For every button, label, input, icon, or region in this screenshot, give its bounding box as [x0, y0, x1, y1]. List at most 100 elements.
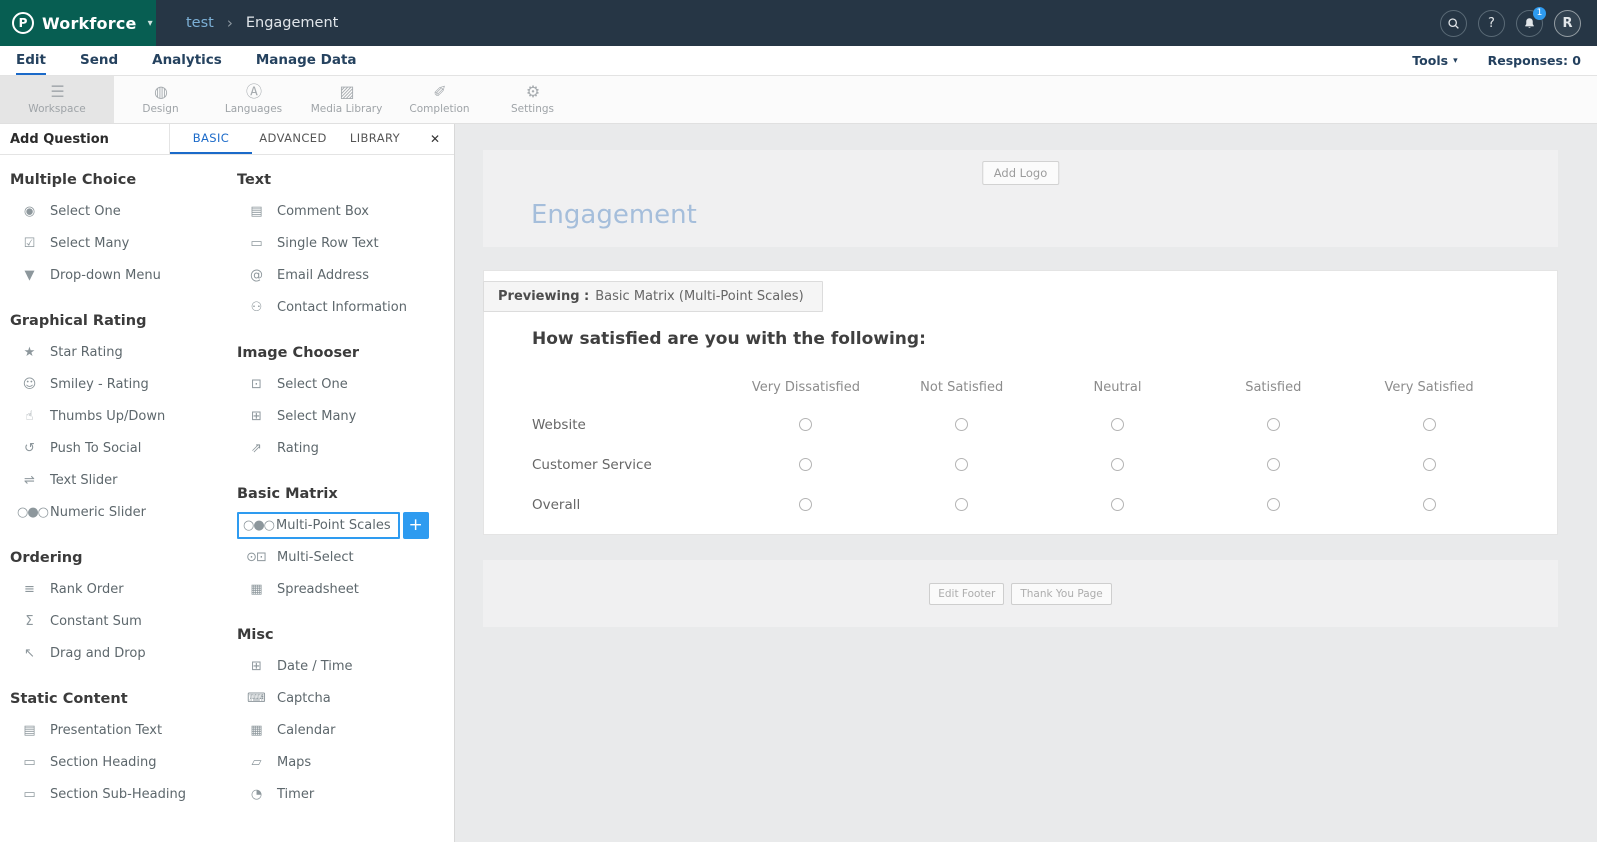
toolbar-item-completion[interactable]: ✐ Completion [393, 76, 486, 123]
question-type-single-row-text[interactable]: ▭ Single Row Text [237, 227, 451, 259]
toolbar-item-settings[interactable]: ⚙ Settings [486, 76, 579, 123]
previewing-label: Previewing : [498, 289, 590, 304]
toolbar-item-languages[interactable]: Ⓐ Languages [207, 76, 300, 123]
question-type-calendar[interactable]: ▦ Calendar [237, 714, 451, 746]
question-category-heading: Text [237, 172, 272, 188]
question-type-section-sub-heading[interactable]: ▭ Section Sub-Heading [10, 778, 228, 810]
question-type-presentation-text[interactable]: ▤ Presentation Text [10, 714, 228, 746]
question-type-spreadsheet[interactable]: ▦ Spreadsheet [237, 573, 451, 605]
radio-button[interactable] [1110, 457, 1124, 471]
toolbar-item-label: Workspace [28, 103, 86, 115]
radio-button[interactable] [1266, 417, 1280, 431]
question-type-numeric-slider[interactable]: ○●○ Numeric Slider [10, 496, 228, 528]
thank-you-page-button[interactable]: Thank You Page [1011, 582, 1112, 605]
question-type-multi-point-scales[interactable]: ○●○ Multi-Point Scales + [237, 509, 451, 541]
toolbar-item-label: Settings [510, 103, 555, 115]
radio-button[interactable] [955, 497, 969, 511]
question-type-label: Rank Order [50, 581, 124, 597]
question-type-rank-order[interactable]: ≡ Rank Order [10, 573, 228, 605]
question-type-label: Captcha [277, 690, 331, 706]
tools-menu[interactable]: Tools ▾ [1412, 53, 1457, 68]
survey-title[interactable]: Engagement [531, 200, 697, 230]
question-type-multi-select[interactable]: ⊙⊡ Multi-Select [237, 541, 451, 573]
close-icon[interactable]: ✕ [416, 124, 454, 154]
matrix-table: Very Dissatisfied Not Satisfied Neutral Sat… [532, 369, 1507, 525]
question-type-select-one[interactable]: ◉ Select One [10, 195, 228, 227]
question-type-contact-information[interactable]: ⚇ Contact Information [237, 291, 451, 323]
question-type-push-to-social[interactable]: ↺ Push To Social [10, 432, 228, 464]
question-type-smiley-rating[interactable]: ☺ Smiley - Rating [10, 368, 228, 400]
panel-tab-basic[interactable]: BASIC [170, 124, 252, 154]
question-type-drag-and-drop[interactable]: ↖ Drag and Drop [10, 637, 228, 669]
nav-tab-edit[interactable]: Edit [16, 46, 46, 75]
presentation-text-icon: ▤ [23, 722, 35, 738]
avatar[interactable]: R [1554, 9, 1581, 37]
notifications-button[interactable]: 1 [1516, 6, 1546, 37]
toolbar-item-workspace[interactable]: ☰ Workspace [0, 76, 114, 123]
edit-footer-button[interactable]: Edit Footer [929, 582, 1005, 605]
question-type-comment-box[interactable]: ▤ Comment Box [237, 195, 451, 227]
question-type-email-address[interactable]: @ Email Address [237, 259, 451, 291]
radio-button[interactable] [799, 497, 813, 511]
text-slider-icon: ⇌ [24, 472, 35, 488]
breadcrumb-current: Engagement [245, 15, 339, 31]
radio-button[interactable] [955, 417, 969, 431]
radio-button[interactable] [1110, 497, 1124, 511]
question-title[interactable]: How satisfied are you with the following… [532, 329, 926, 349]
radio-button[interactable] [1422, 457, 1436, 471]
chevron-down-icon: ▾ [1453, 55, 1458, 66]
question-type-maps[interactable]: ▱ Maps [237, 746, 451, 778]
question-type-text-slider[interactable]: ⇌ Text Slider [10, 464, 228, 496]
tools-label: Tools [1412, 53, 1449, 68]
design-icon: ◍ [154, 82, 168, 101]
radio-button[interactable] [1110, 417, 1124, 431]
radio-button[interactable] [1422, 417, 1436, 431]
question-type-timer[interactable]: ◔ Timer [237, 778, 451, 810]
footer-buttons: Edit Footer Thank You Page [929, 582, 1112, 605]
radio-button[interactable] [1422, 497, 1436, 511]
nav-tabs: Edit Send Analytics Manage Data [16, 46, 357, 75]
help-button[interactable]: ? [1478, 9, 1505, 37]
matrix-cell [1351, 456, 1507, 475]
question-type-select-many[interactable]: ☑ Select Many [10, 227, 228, 259]
question-type-label: Contact Information [277, 299, 407, 315]
panel-tab-advanced[interactable]: ADVANCED [252, 124, 334, 154]
question-category-heading: Ordering [10, 550, 83, 566]
radio-button[interactable] [955, 457, 969, 471]
question-type-select-many[interactable]: ⊞ Select Many [237, 400, 451, 432]
breadcrumb-parent-link[interactable]: test [186, 15, 214, 31]
matrix-cell [728, 456, 884, 475]
nav-tab-manage-data[interactable]: Manage Data [256, 46, 357, 75]
add-question-button[interactable]: + [402, 511, 429, 539]
question-type-section-heading[interactable]: ▭ Section Heading [10, 746, 228, 778]
drag-and-drop-icon: ↖ [24, 645, 35, 661]
panel-tab-library[interactable]: LIBRARY [334, 124, 416, 154]
radio-button[interactable] [1266, 457, 1280, 471]
question-type-select-one[interactable]: ⊡ Select One [237, 368, 451, 400]
question-type-label: Calendar [277, 722, 336, 738]
add-logo-button[interactable]: Add Logo [981, 161, 1060, 185]
nav-tab-send[interactable]: Send [80, 46, 118, 75]
question-type-rating[interactable]: ⇗ Rating [237, 432, 451, 464]
radio-button[interactable] [799, 457, 813, 471]
question-type-thumbs-up-down[interactable]: ☝ Thumbs Up/Down [10, 400, 228, 432]
section-heading-icon: ▭ [23, 754, 35, 770]
question-type-constant-sum[interactable]: Σ Constant Sum [10, 605, 228, 637]
question-type-captcha[interactable]: ⌨ Captcha [237, 682, 451, 714]
radio-button[interactable] [799, 417, 813, 431]
question-type-star-rating[interactable]: ★ Star Rating [10, 336, 228, 368]
toolbar-item-design[interactable]: ◍ Design [114, 76, 207, 123]
matrix-row-label: Overall [532, 497, 581, 513]
media-library-icon: ▨ [339, 82, 354, 101]
breadcrumb: test › Engagement [186, 14, 338, 32]
workspace-icon: ☰ [50, 82, 64, 101]
brand-menu[interactable]: P Workforce ▾ [0, 0, 156, 46]
timer-icon: ◔ [250, 786, 262, 802]
question-type-drop-down-menu[interactable]: ▼ Drop-down Menu [10, 259, 228, 291]
search-button[interactable] [1440, 9, 1467, 37]
question-type-date-time[interactable]: ⊞ Date / Time [237, 650, 451, 682]
toolbar-item-media-library[interactable]: ▨ Media Library [300, 76, 393, 123]
survey-footer-band: Edit Footer Thank You Page [483, 560, 1558, 627]
nav-tab-analytics[interactable]: Analytics [152, 46, 222, 75]
radio-button[interactable] [1266, 497, 1280, 511]
